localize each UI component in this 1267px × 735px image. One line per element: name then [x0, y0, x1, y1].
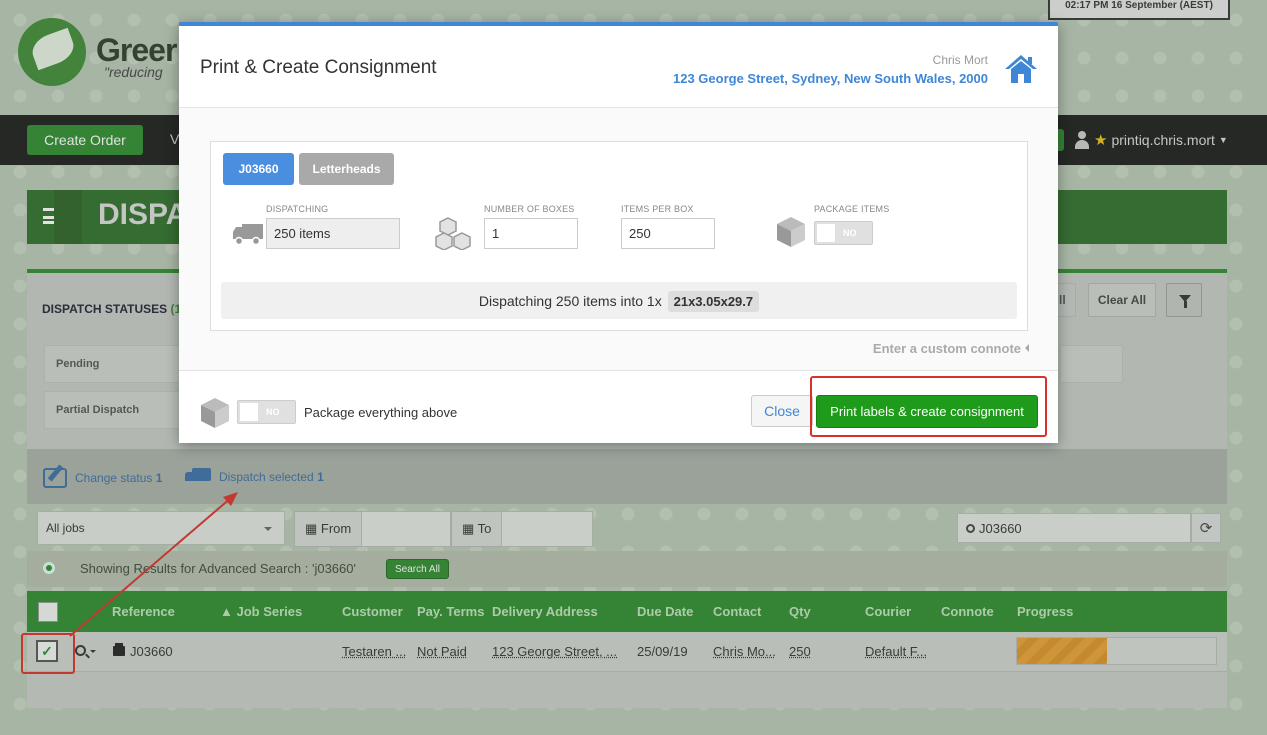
boxes-icon	[435, 217, 471, 250]
dimensions-badge: 21x3.05x29.7	[667, 291, 760, 312]
modal-body: J03660 Letterheads DISPATCHING 250 items…	[179, 108, 1058, 370]
toggle-knob	[817, 224, 835, 242]
package-everything-toggle[interactable]: NO	[237, 400, 296, 424]
job-card: J03660 Letterheads DISPATCHING 250 items…	[210, 141, 1028, 331]
caret-left-icon	[1025, 344, 1029, 352]
dispatching-label: DISPATCHING	[266, 204, 329, 214]
package-everything-label: Package everything above	[304, 405, 458, 420]
contact-name: Chris Mort	[932, 53, 988, 67]
items-per-box-label: ITEMS PER BOX	[621, 204, 694, 214]
modal-title: Print & Create Consignment	[200, 57, 437, 78]
package-icon	[777, 217, 805, 247]
delivery-address: 123 George Street, Sydney, New South Wal…	[672, 71, 988, 86]
items-per-box-input[interactable]: 250	[621, 218, 715, 249]
close-button[interactable]: Close	[751, 395, 813, 427]
tab-job-j03660[interactable]: J03660	[223, 153, 294, 185]
boxes-label: NUMBER OF BOXES	[484, 204, 575, 214]
tab-letterheads[interactable]: Letterheads	[299, 153, 394, 185]
home-icon	[1005, 55, 1037, 83]
truck-icon	[233, 224, 263, 246]
dispatch-summary: Dispatching 250 items into 1x 21x3.05x29…	[221, 282, 1017, 319]
package-items-label: PACKAGE ITEMS	[814, 204, 890, 214]
package-items-toggle[interactable]: NO	[814, 221, 873, 245]
number-of-boxes-input[interactable]: 1	[484, 218, 578, 249]
toggle-knob	[240, 403, 258, 421]
package-icon	[201, 398, 229, 428]
dispatching-field: 250 items	[266, 218, 400, 249]
highlight-box-print-button	[810, 376, 1047, 437]
modal-header: Print & Create Consignment Chris Mort 12…	[179, 26, 1058, 108]
custom-connote-link[interactable]: Enter a custom connote	[873, 341, 1029, 356]
